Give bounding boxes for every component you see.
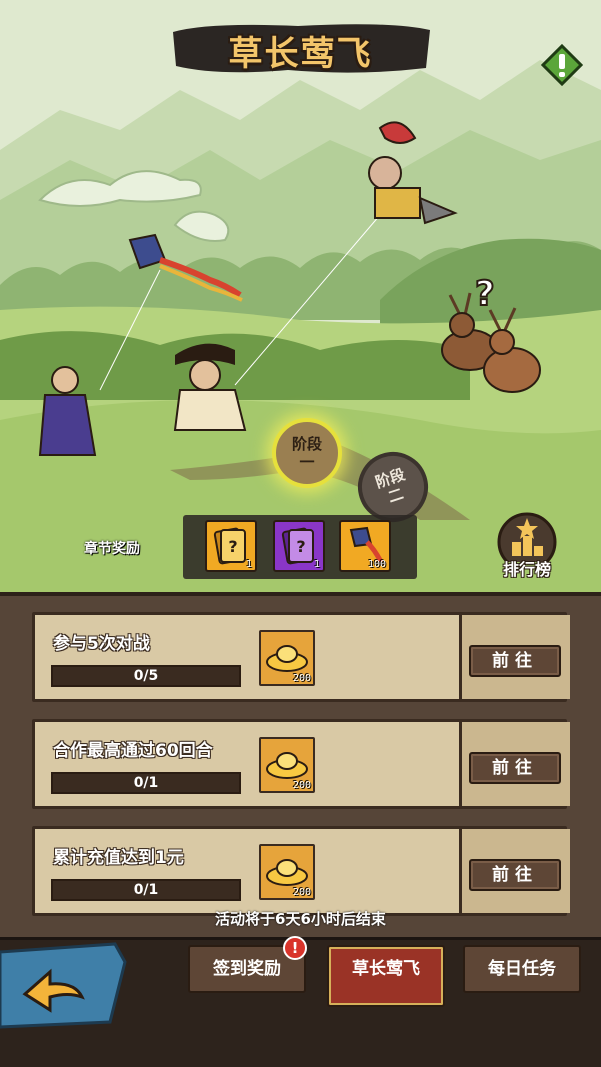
task-card: 参与5次对战 0/5 200 前往 xyxy=(32,612,570,702)
go-button[interactable]: 前往 xyxy=(469,752,561,784)
back-arrow-icon xyxy=(0,942,127,1029)
reward-qty: 100 xyxy=(367,559,386,570)
reward-qty: 1 xyxy=(245,559,252,570)
stage-one-badge[interactable]: 阶段一 xyxy=(272,418,342,488)
event-scene: ? 草长莺飞 阶段一 阶段二 章节奖励 ? 1 ? 1 100 排行榜 xyxy=(0,0,601,592)
svg-text:?: ? xyxy=(228,537,237,556)
task-title: 参与5次对战 xyxy=(53,634,150,654)
reward-qty: 1 xyxy=(313,559,320,570)
tab-daily-tasks[interactable]: 每日任务 xyxy=(463,945,581,993)
task-title: 累计充值达到1元 xyxy=(53,848,184,868)
chapter-rewards-strip: ? 1 ? 1 100 xyxy=(183,515,417,579)
purple-card-reward[interactable]: ? 1 xyxy=(273,520,325,572)
reward-qty: 200 xyxy=(292,887,311,898)
leaderboard-label: 排行榜 xyxy=(502,560,551,579)
podium-star-icon xyxy=(497,512,557,562)
task-card: 累计充值达到1元 0/1 200 前往 xyxy=(32,826,570,916)
notification-badge: ! xyxy=(283,936,307,960)
tab-label: 每日任务 xyxy=(488,959,556,979)
event-title-banner: 草长莺飞 xyxy=(168,18,433,76)
stage-two-label: 阶段二 xyxy=(373,465,408,507)
task-title: 合作最高通过60回合 xyxy=(53,741,213,761)
gold-ingot-reward[interactable]: 200 xyxy=(259,737,315,793)
event-title: 草长莺飞 xyxy=(228,34,373,74)
go-button[interactable]: 前往 xyxy=(469,859,561,891)
gold-ingot-reward[interactable]: 200 xyxy=(259,630,315,686)
task-list[interactable]: 参与5次对战 0/5 200 前往 合作最高通过60回合 0/1 200 前往 … xyxy=(0,592,601,937)
scene-background: ? xyxy=(0,0,601,592)
svg-text:?: ? xyxy=(296,537,305,556)
task-progress-bar: 0/5 xyxy=(51,665,241,687)
svg-text:?: ? xyxy=(475,274,495,314)
reward-qty: 200 xyxy=(292,673,311,684)
task-progress-bar: 0/1 xyxy=(51,879,241,901)
task-progress-bar: 0/1 xyxy=(51,772,241,794)
leaderboard-button[interactable]: 排行榜 xyxy=(494,512,560,582)
kite-reward[interactable]: 100 xyxy=(339,520,391,572)
gold-card-reward[interactable]: ? 1 xyxy=(205,520,257,572)
task-card: 合作最高通过60回合 0/1 200 前往 xyxy=(32,719,570,809)
chapter-rewards-label: 章节奖励 xyxy=(84,541,140,557)
stage-one-label: 阶段一 xyxy=(291,435,322,471)
tab-event-kite[interactable]: 草长莺飞 xyxy=(327,945,445,1007)
tab-label: 签到奖励 xyxy=(213,959,281,979)
info-button[interactable] xyxy=(540,43,584,87)
go-button[interactable]: 前往 xyxy=(469,645,561,677)
gold-ingot-reward[interactable]: 200 xyxy=(259,844,315,900)
back-button[interactable] xyxy=(0,942,130,1032)
tab-label: 草长莺飞 xyxy=(352,959,420,979)
exclamation-icon xyxy=(540,43,584,87)
reward-qty: 200 xyxy=(292,780,311,791)
event-countdown: 活动将于6天6小时后结束 xyxy=(215,910,386,928)
